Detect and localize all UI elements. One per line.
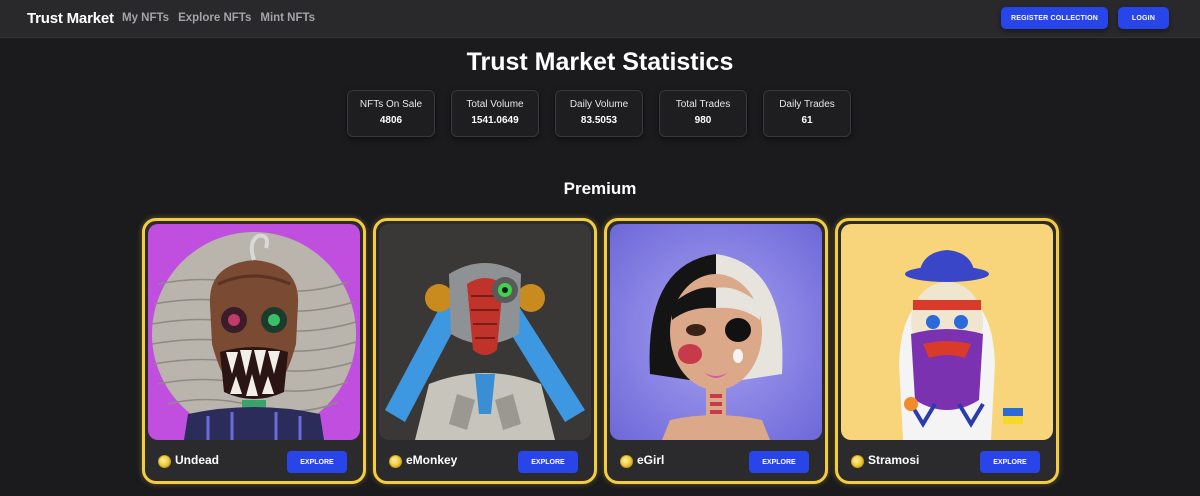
stat-value: 980 (694, 115, 712, 126)
explore-button[interactable]: EXPLORE (749, 451, 809, 473)
brand-logo[interactable]: Trust Market (27, 10, 114, 27)
stat-label: Total Trades (675, 99, 731, 110)
explore-button[interactable]: EXPLORE (518, 451, 578, 473)
premium-card-emonkey[interactable]: eMonkey EXPLORE (373, 218, 597, 484)
nav-link-my-nfts[interactable]: My NFTs (122, 12, 169, 24)
stat-value: 4806 (379, 115, 403, 126)
stat-label: NFTs On Sale (359, 99, 423, 110)
collection-name: eGirl (637, 453, 665, 467)
premium-card-stramosi[interactable]: Stramosi EXPLORE (835, 218, 1059, 484)
premium-card-egirl[interactable]: eGirl EXPLORE (604, 218, 828, 484)
card-footer: Undead EXPLORE (145, 443, 363, 481)
stat-label: Daily Volume (569, 99, 629, 110)
collection-name: Undead (175, 453, 220, 467)
login-button[interactable]: LOGIN (1118, 7, 1169, 29)
stat-total-trades: Total Trades 980 (659, 90, 747, 137)
nft-image-stramosi[interactable] (841, 224, 1053, 440)
nav-link-mint-nfts[interactable]: Mint NFTs (260, 12, 315, 24)
card-footer: Stramosi EXPLORE (838, 443, 1056, 481)
stat-value: 61 (801, 115, 813, 126)
top-navbar: Trust Market My NFTs Explore NFTs Mint N… (0, 0, 1200, 38)
nav-links: My NFTs Explore NFTs Mint NFTs (122, 12, 315, 24)
stat-value: 1541.0649 (471, 115, 519, 126)
explore-button[interactable]: EXPLORE (287, 451, 347, 473)
card-footer: eGirl EXPLORE (607, 443, 825, 481)
stat-label: Total Volume (466, 99, 524, 110)
stat-nfts-on-sale: NFTs On Sale 4806 (347, 90, 435, 137)
register-collection-button[interactable]: REGISTER COLLECTION (1001, 7, 1108, 29)
coin-icon (620, 455, 633, 468)
nft-image-egirl[interactable] (610, 224, 822, 440)
stat-label: Daily Trades (779, 99, 835, 110)
nav-link-explore-nfts[interactable]: Explore NFTs (178, 12, 251, 24)
explore-button[interactable]: EXPLORE (980, 451, 1040, 473)
coin-icon (158, 455, 171, 468)
stat-daily-volume: Daily Volume 83.5053 (555, 90, 643, 137)
premium-section-title: Premium (563, 179, 637, 198)
nft-image-emonkey[interactable] (379, 224, 591, 440)
nft-image-undead[interactable] (148, 224, 360, 440)
card-footer: eMonkey EXPLORE (376, 443, 594, 481)
stat-value: 83.5053 (580, 115, 618, 126)
collection-name: Stramosi (868, 453, 920, 467)
statistics-title: Trust Market Statistics (466, 48, 734, 76)
stat-total-volume: Total Volume 1541.0649 (451, 90, 539, 137)
coin-icon (851, 455, 864, 468)
coin-icon (389, 455, 402, 468)
stat-daily-trades: Daily Trades 61 (763, 90, 851, 137)
collection-name: eMonkey (406, 453, 458, 467)
premium-card-undead[interactable]: Undead EXPLORE (142, 218, 366, 484)
